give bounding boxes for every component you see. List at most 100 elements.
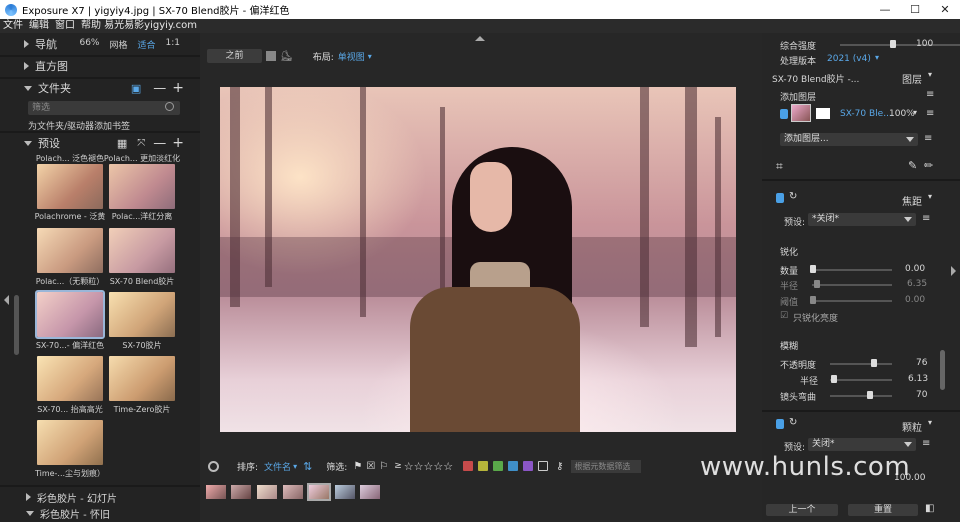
blur-radius-slider-knob[interactable] [831, 375, 837, 383]
preset-thumbnail[interactable] [37, 420, 103, 465]
film-thumbnail[interactable] [360, 485, 380, 499]
preset-thumbnail[interactable] [109, 228, 175, 273]
key-icon[interactable]: ⚷ [556, 461, 563, 472]
lens-slider-knob[interactable] [867, 391, 873, 399]
grain-preset-combo[interactable]: 关闭* [808, 438, 916, 451]
strength-slider[interactable] [840, 44, 960, 46]
chevron-down-icon[interactable]: ▾ [875, 53, 879, 62]
minus-icon[interactable]: — [153, 136, 166, 151]
panel-toggle-icon[interactable]: ◧ [925, 503, 934, 514]
collapse-top-icon[interactable] [475, 36, 485, 41]
lens-value[interactable]: 70 [916, 390, 927, 400]
preset-thumbnail[interactable] [37, 228, 103, 273]
chevron-down-icon[interactable]: ▾ [913, 108, 917, 117]
right-scrollbar[interactable] [940, 350, 945, 390]
menu-help[interactable]: 帮助 易光易影yigyiy.com [78, 19, 200, 33]
amount-slider[interactable] [812, 269, 892, 271]
menu-edit[interactable]: 编辑 [26, 19, 52, 33]
layer-thumbnail[interactable] [791, 104, 811, 122]
opacity-slider-knob[interactable] [871, 359, 877, 367]
histogram-header[interactable]: 直方图 [0, 57, 200, 75]
chevron-down-icon[interactable]: ▾ [928, 70, 932, 79]
unflag-icon[interactable]: ⚐ [379, 461, 388, 472]
film-thumbnail[interactable] [231, 485, 251, 499]
lens-slider[interactable] [830, 395, 892, 397]
color-filter-none[interactable] [538, 461, 549, 471]
color-filter-yellow[interactable] [478, 461, 489, 471]
menu-icon[interactable]: ≡ [926, 89, 934, 100]
layer-menu-icon[interactable]: ≡ [924, 133, 932, 144]
menu-icon[interactable]: ≡ [922, 213, 930, 224]
color-filter-blue[interactable] [508, 461, 519, 471]
eyedropper-icon[interactable]: ✎ [908, 159, 917, 172]
collapse-all-icon[interactable]: ⤧ [137, 138, 145, 149]
threshold-value[interactable]: 0.00 [905, 295, 925, 305]
layer-opacity[interactable]: 100% [889, 109, 915, 119]
before-button[interactable]: 之前 [207, 49, 262, 63]
reject-icon[interactable]: ☒ [366, 461, 375, 472]
color-filter-green[interactable] [493, 461, 504, 471]
focus-toggle[interactable] [776, 193, 784, 203]
compare-square-icon[interactable] [266, 51, 276, 61]
chevron-down-icon[interactable]: ▾ [928, 418, 932, 427]
plus-icon[interactable]: + [172, 80, 184, 96]
layout-dropdown[interactable]: 单视图 [338, 50, 365, 63]
radius-slider[interactable] [812, 284, 892, 286]
folders-header[interactable]: 文件夹 ▣ — + [0, 79, 200, 97]
preset-thumbnail[interactable] [109, 164, 175, 209]
main-photo[interactable] [220, 87, 736, 432]
previous-button[interactable]: 上一个 [766, 504, 838, 516]
minimize-button[interactable]: — [870, 3, 900, 16]
film-thumbnail-selected[interactable] [307, 483, 331, 501]
film-thumbnail[interactable] [335, 485, 355, 499]
collapse-left-panel-icon[interactable] [4, 295, 9, 305]
crop-icon[interactable]: ⌗ [776, 159, 783, 174]
layer-name[interactable]: SX-70 Ble... [840, 109, 892, 119]
maximize-button[interactable]: ☐ [900, 3, 930, 16]
grid-view-icon[interactable]: ▦ [117, 137, 127, 150]
add-layer-combo[interactable]: 添加图层... [780, 133, 918, 146]
opacity-value[interactable]: 76 [916, 358, 927, 368]
chevron-down-icon[interactable]: ▾ [368, 52, 372, 61]
blur-radius-value[interactable]: 6.13 [908, 374, 928, 384]
sort-dropdown[interactable]: 文件名 [264, 460, 291, 473]
grain-toggle[interactable] [776, 419, 784, 429]
color-filter-purple[interactable] [523, 461, 534, 471]
collapse-right-panel-icon[interactable] [951, 266, 956, 276]
brush-icon[interactable]: ✏ [924, 159, 933, 172]
menu-icon[interactable]: ≡ [922, 438, 930, 449]
preset-group-vintage[interactable]: 彩色胶片 - 怀旧 [0, 504, 200, 522]
preset-thumbnail[interactable] [109, 356, 175, 401]
plus-icon[interactable]: + [172, 135, 184, 151]
chevron-down-icon[interactable]: ▾ [293, 462, 297, 471]
fit-button[interactable]: 适合 [138, 38, 156, 51]
layer-visibility-toggle[interactable] [780, 109, 788, 119]
chevron-down-icon[interactable]: ▾ [928, 192, 932, 201]
close-button[interactable]: ✕ [930, 3, 960, 16]
preset-thumbnail[interactable] [109, 292, 175, 337]
grid-button[interactable]: 网格 [109, 38, 127, 51]
folder-filter-input[interactable]: 筛选 [28, 101, 180, 115]
amount-value[interactable]: 0.00 [905, 264, 925, 274]
one-to-one-button[interactable]: 1:1 [166, 38, 180, 51]
color-filter-red[interactable] [463, 461, 474, 471]
hat-icon[interactable]: ⛸ [280, 51, 293, 62]
star-rating-filter[interactable]: ☆☆☆☆☆ [404, 460, 453, 473]
layer-mask[interactable] [816, 108, 830, 119]
left-scrollbar[interactable] [14, 295, 19, 355]
preset-thumbnail-selected[interactable] [35, 290, 105, 339]
minus-icon[interactable]: — [153, 81, 166, 96]
blur-radius-slider[interactable] [830, 379, 892, 381]
navigator-header[interactable]: 导航 66% 网格 适合 1:1 [0, 35, 200, 53]
focus-preset-combo[interactable]: *关闭* [808, 213, 916, 226]
reset-icon[interactable]: ↻ [789, 417, 797, 428]
presets-header[interactable]: 预设 ▦ ⤧ — + [0, 134, 200, 152]
amount-slider-knob[interactable] [810, 265, 816, 273]
threshold-slider[interactable] [812, 300, 892, 302]
film-thumbnail[interactable] [257, 485, 277, 499]
version-dropdown[interactable]: 2021 (v4) [827, 54, 871, 64]
flag-icon[interactable]: ⚑ [353, 461, 362, 472]
gear-icon[interactable] [208, 460, 219, 472]
strength-slider-knob[interactable] [890, 40, 896, 48]
sort-direction-icon[interactable]: ⇅ [303, 460, 312, 473]
